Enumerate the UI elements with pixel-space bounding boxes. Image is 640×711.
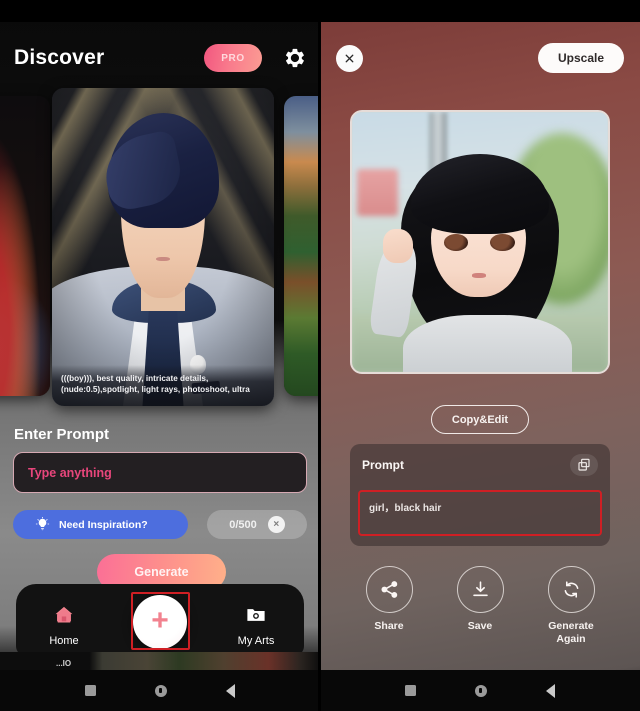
- left-phone-panel: Discover PRO r, nio, A la: [0, 0, 320, 711]
- nav-item-home-label: Home: [49, 635, 79, 647]
- discover-header: Discover PRO: [0, 36, 320, 80]
- discover-carousel[interactable]: r, nio, A lands... ground...: [0, 88, 320, 406]
- prompt-input-placeholder: Type anything: [28, 465, 112, 480]
- prompt-input[interactable]: Type anything: [13, 452, 307, 493]
- enter-prompt-label: Enter Prompt: [14, 426, 110, 443]
- nav-item-home[interactable]: Home: [16, 604, 112, 647]
- card-artwork-main: [52, 88, 274, 406]
- card-artwork-next: [284, 96, 320, 396]
- close-icon[interactable]: [336, 44, 363, 72]
- clear-prompt-icon[interactable]: ×: [267, 516, 285, 533]
- share-button-label: Share: [374, 620, 404, 632]
- background-strip-text: ...IO: [56, 659, 72, 668]
- nav-item-my-arts[interactable]: My Arts: [208, 604, 304, 647]
- back-chevron-icon[interactable]: [225, 683, 235, 698]
- pro-badge[interactable]: PRO: [204, 44, 262, 72]
- upscale-button-label: Upscale: [557, 51, 604, 65]
- download-icon: [456, 566, 504, 613]
- panel-divider: [318, 0, 321, 711]
- share-button[interactable]: Share: [350, 566, 428, 646]
- generate-again-button-label: Generate Again: [548, 620, 594, 646]
- page-title: Discover: [14, 46, 105, 69]
- refresh-icon: [547, 566, 595, 613]
- circle-icon[interactable]: [154, 684, 167, 697]
- copy-icon[interactable]: [570, 454, 598, 476]
- top-black-bar: [0, 0, 640, 22]
- need-inspiration-button[interactable]: Need Inspiration?: [13, 510, 188, 539]
- square-icon[interactable]: [85, 685, 97, 696]
- generated-image-card[interactable]: [350, 110, 610, 374]
- generated-image-artwork: [352, 112, 608, 372]
- fab-highlight-box: [131, 592, 190, 650]
- result-prompt-title: Prompt: [362, 458, 404, 472]
- nav-item-my-arts-label: My Arts: [237, 635, 275, 647]
- lightbulb-icon: [35, 516, 50, 532]
- save-button-label: Save: [467, 620, 493, 632]
- system-navigation-bar-right: [320, 670, 640, 711]
- copy-and-edit-button[interactable]: Copy&Edit: [431, 405, 529, 434]
- card-artwork-previous: [0, 96, 50, 396]
- system-navigation-bar-left: [0, 670, 320, 711]
- pro-badge-label: PRO: [221, 52, 245, 64]
- need-inspiration-label: Need Inspiration?: [59, 518, 148, 531]
- save-button[interactable]: Save: [441, 566, 519, 646]
- upscale-button[interactable]: Upscale: [537, 43, 624, 73]
- result-prompt-card: Prompt girl，black hair: [350, 444, 610, 546]
- card-caption-main: (((boy))), best quality, intricate detai…: [52, 364, 274, 406]
- carousel-card-next[interactable]: A lands... ground...: [284, 96, 320, 396]
- gear-icon[interactable]: [284, 47, 306, 69]
- generate-button-label: Generate: [134, 565, 189, 579]
- app-screenshot: Discover PRO r, nio, A la: [0, 0, 640, 711]
- result-prompt-value[interactable]: girl，black hair: [358, 490, 602, 536]
- right-phone-panel: Upscale Copy&Edit Prompt girl，black hair…: [320, 0, 640, 711]
- prompt-char-counter: 0/500: [229, 518, 257, 531]
- result-actions-row: Share Save Generate Again: [350, 566, 610, 646]
- carousel-card-previous[interactable]: r, nio,: [0, 96, 50, 396]
- circle-icon[interactable]: [474, 684, 487, 697]
- generate-again-button[interactable]: Generate Again: [532, 566, 610, 646]
- prompt-counter-pill: 0/500 ×: [207, 510, 307, 539]
- result-header: Upscale: [320, 40, 640, 76]
- share-icon: [365, 566, 413, 613]
- home-icon: [53, 604, 75, 631]
- copy-and-edit-label: Copy&Edit: [451, 413, 509, 426]
- folder-camera-icon: [245, 604, 267, 631]
- square-icon[interactable]: [405, 685, 417, 696]
- carousel-card-main[interactable]: (((boy))), best quality, intricate detai…: [52, 88, 274, 406]
- back-chevron-icon[interactable]: [545, 683, 555, 698]
